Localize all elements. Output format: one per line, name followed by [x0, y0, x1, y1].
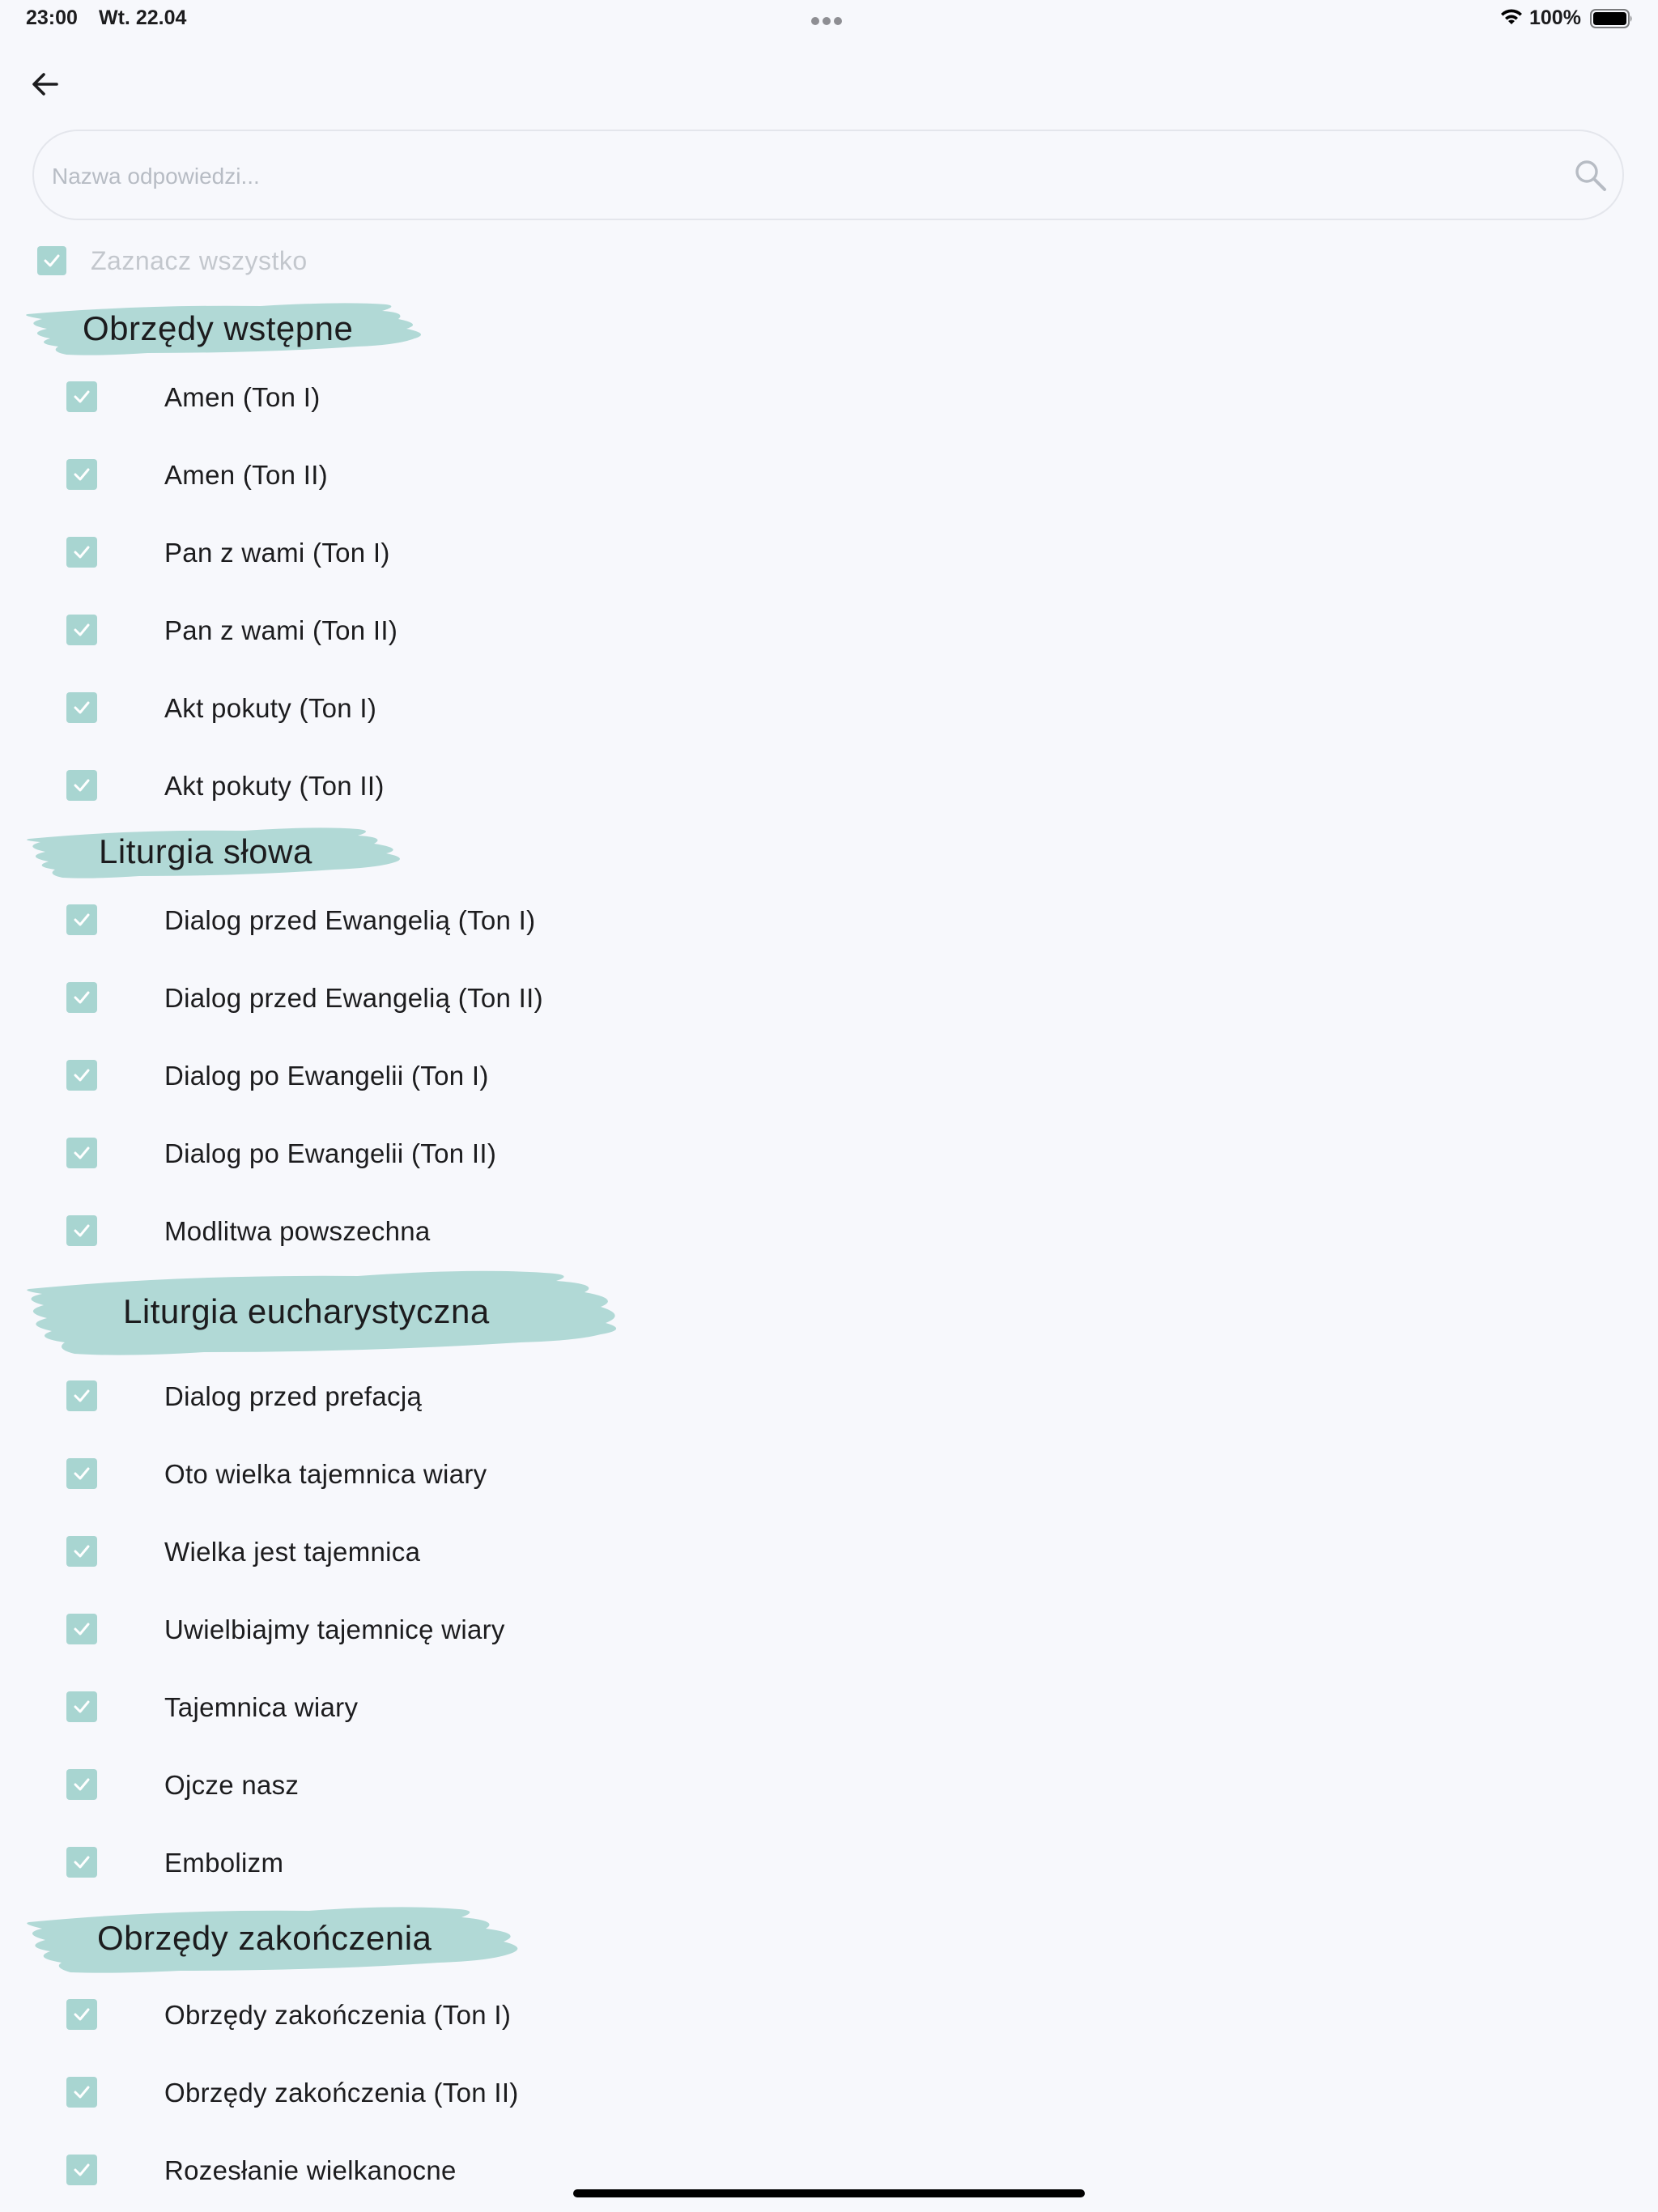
arrow-left-icon: [32, 73, 58, 96]
list-item[interactable]: Dialog przed Ewangelią (Ton I): [65, 895, 712, 944]
checkbox-checked-icon: [66, 537, 97, 568]
list-item-label: Pan z wami (Ton I): [164, 538, 390, 568]
checkbox-checked-icon: [66, 982, 97, 1013]
section-header: Obrzędy zakończenia: [18, 1901, 533, 1977]
list-item-label: Rozesłanie wielkanocne: [164, 2155, 457, 2185]
select-all-label: Zaznacz wszystko: [91, 246, 308, 275]
select-all-checkbox[interactable]: Zaznacz wszystko: [37, 243, 307, 279]
section-header: Liturgia eucharystyczna: [18, 1266, 630, 1360]
checkbox-checked-icon: [66, 1536, 97, 1567]
list-item[interactable]: Dialog przed prefacją: [65, 1372, 712, 1420]
checkbox-checked-icon: [66, 1691, 97, 1722]
status-bar: 23:00 Wt. 22.04 100%: [0, 0, 1658, 39]
checkbox-checked-icon: [66, 1614, 97, 1644]
checkbox-checked-icon: [66, 904, 97, 935]
list-item[interactable]: Dialog po Ewangelii (Ton I): [65, 1051, 712, 1100]
list-item-label: Uwielbiajmy tajemnicę wiary: [164, 1614, 505, 1644]
checkbox-checked-icon: [66, 381, 97, 412]
section-header: Obrzędy wstępne: [18, 296, 439, 361]
list-item[interactable]: Dialog po Ewangelii (Ton II): [65, 1129, 712, 1177]
battery-icon: [1590, 9, 1632, 28]
checkbox-checked-icon: [66, 1769, 97, 1800]
list-item[interactable]: Akt pokuty (Ton I): [65, 683, 712, 732]
search-box[interactable]: [32, 130, 1624, 220]
list-item-label: Modlitwa powszechna: [164, 1216, 431, 1246]
home-indicator[interactable]: [573, 2189, 1085, 2197]
checkbox-checked-icon: [66, 459, 97, 490]
list-item-label: Dialog przed prefacją: [164, 1381, 423, 1411]
multitasking-dots-icon[interactable]: [811, 15, 847, 25]
list-item[interactable]: Amen (Ton II): [65, 450, 712, 499]
search-input[interactable]: [52, 152, 1509, 201]
list-item[interactable]: Wielka jest tajemnica: [65, 1527, 712, 1576]
list-item-label: Akt pokuty (Ton I): [164, 693, 377, 723]
checkbox-checked-icon: [66, 1999, 97, 2030]
back-button[interactable]: [24, 63, 66, 105]
checkbox-checked-icon: [37, 246, 66, 275]
list-item-label: Dialog po Ewangelii (Ton I): [164, 1061, 489, 1091]
status-date: Wt. 22.04: [99, 6, 187, 29]
list-item-label: Tajemnica wiary: [164, 1692, 359, 1722]
checkbox-checked-icon: [66, 1458, 97, 1489]
list-item-label: Obrzędy zakończenia (Ton I): [164, 2000, 512, 2030]
list-item-label: Akt pokuty (Ton II): [164, 771, 385, 801]
list-item[interactable]: Obrzędy zakończenia (Ton II): [65, 2068, 712, 2116]
list-item-label: Dialog po Ewangelii (Ton II): [164, 1138, 497, 1168]
list-item-label: Wielka jest tajemnica: [164, 1537, 421, 1567]
section-title: Liturgia eucharystyczna: [123, 1292, 490, 1330]
checkbox-checked-icon: [66, 2155, 97, 2185]
list-item[interactable]: Rozesłanie wielkanocne: [65, 2146, 712, 2194]
list-item[interactable]: Dialog przed Ewangelią (Ton II): [65, 973, 712, 1022]
search-icon[interactable]: [1572, 157, 1609, 194]
list-item[interactable]: Pan z wami (Ton II): [65, 606, 712, 654]
battery-percent: 100%: [1529, 6, 1581, 29]
list-item[interactable]: Oto wielka tajemnica wiary: [65, 1449, 712, 1498]
section-title: Liturgia słowa: [99, 832, 312, 870]
list-item[interactable]: Akt pokuty (Ton II): [65, 761, 712, 810]
list-item[interactable]: Ojcze nasz: [65, 1760, 712, 1809]
list-item[interactable]: Obrzędy zakończenia (Ton I): [65, 1990, 712, 2039]
list-item-label: Amen (Ton I): [164, 382, 321, 412]
list-item[interactable]: Modlitwa powszechna: [65, 1206, 712, 1255]
list-item-label: Embolizm: [164, 1848, 284, 1878]
checkbox-checked-icon: [66, 1138, 97, 1168]
list-item[interactable]: Uwielbiajmy tajemnicę wiary: [65, 1605, 712, 1653]
checkbox-checked-icon: [66, 770, 97, 801]
list-item[interactable]: Embolizm: [65, 1838, 712, 1887]
list-item-label: Amen (Ton II): [164, 460, 328, 490]
checkbox-checked-icon: [66, 1215, 97, 1246]
section-title: Obrzędy wstępne: [83, 309, 354, 347]
section-title: Obrzędy zakończenia: [97, 1919, 432, 1957]
list-item[interactable]: Amen (Ton I): [65, 372, 712, 421]
checkbox-checked-icon: [66, 1380, 97, 1411]
list-item-label: Obrzędy zakończenia (Ton II): [164, 2078, 519, 2108]
checkbox-checked-icon: [66, 1847, 97, 1878]
checkbox-checked-icon: [66, 2077, 97, 2108]
checkbox-checked-icon: [66, 1060, 97, 1091]
wifi-icon: [1501, 9, 1522, 24]
list-item-label: Pan z wami (Ton II): [164, 615, 398, 645]
section-header: Liturgia słowa: [18, 819, 414, 884]
checkbox-checked-icon: [66, 615, 97, 645]
list-item-label: Ojcze nasz: [164, 1770, 300, 1800]
list-item-label: Dialog przed Ewangelią (Ton I): [164, 905, 536, 935]
list-item-label: Dialog przed Ewangelią (Ton II): [164, 983, 543, 1013]
status-time: 23:00: [26, 6, 78, 29]
checkbox-checked-icon: [66, 692, 97, 723]
list-item[interactable]: Pan z wami (Ton I): [65, 528, 712, 576]
list-item-label: Oto wielka tajemnica wiary: [164, 1459, 487, 1489]
list-item[interactable]: Tajemnica wiary: [65, 1682, 712, 1731]
